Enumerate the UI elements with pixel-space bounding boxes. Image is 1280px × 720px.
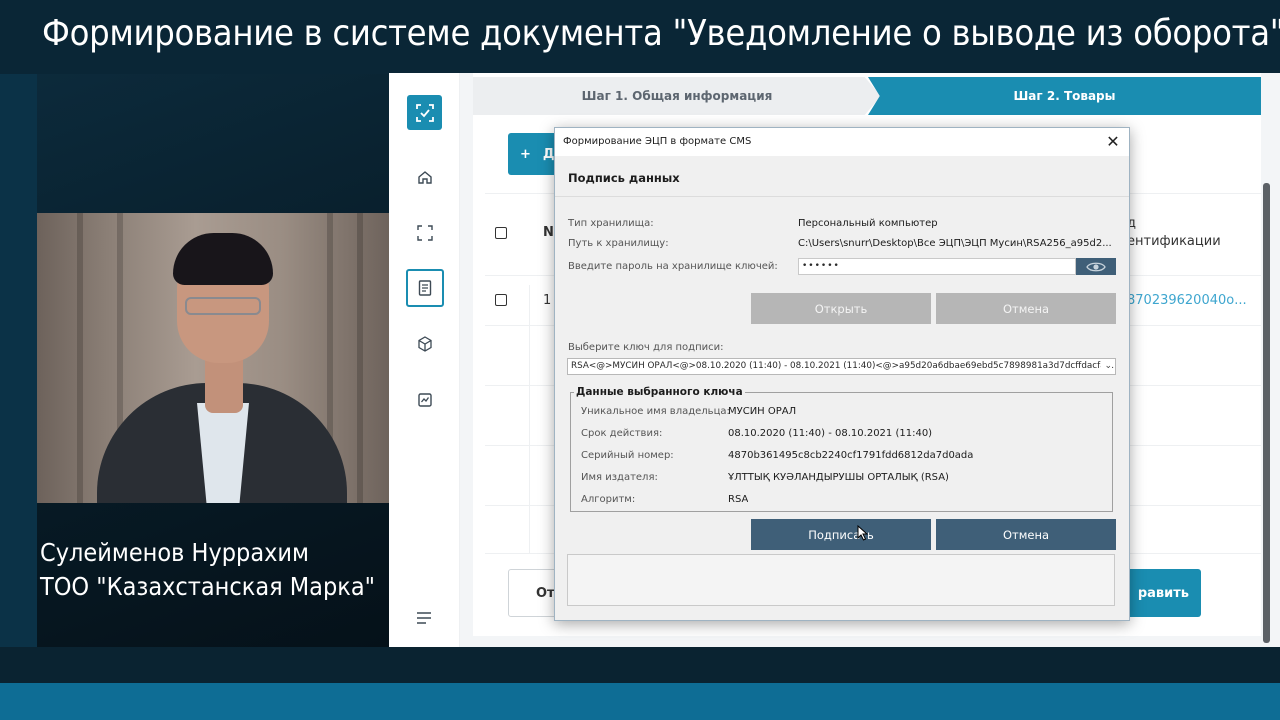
banner-title: Формирование в системе документа "Уведом… — [42, 13, 1280, 54]
status-output-box — [567, 554, 1115, 606]
select-all-checkbox[interactable] — [495, 227, 507, 239]
sign-button[interactable]: Подписать — [751, 519, 931, 550]
send-button[interactable]: равить — [1124, 569, 1201, 617]
speaker-company: ТОО "Казахстанская Марка" — [40, 572, 375, 601]
dialog-heading: Подпись данных — [568, 171, 680, 185]
home-icon[interactable] — [406, 158, 444, 196]
document-icon[interactable] — [406, 269, 444, 307]
eye-icon[interactable] — [1076, 258, 1116, 275]
serial-value: 4870b361495c8cb2240cf1791fdd6812da7d0ada — [728, 450, 974, 461]
column-header-id-line2: ентификации — [1127, 234, 1221, 249]
storage-type-value: Персональный компьютер — [798, 218, 938, 229]
key-data-legend: Данные выбранного ключа — [574, 386, 745, 398]
wall-stripe — [77, 213, 83, 503]
validity-label: Срок действия: — [581, 428, 663, 439]
step-general-info[interactable]: Шаг 1. Общая информация — [473, 77, 881, 115]
speaker-name: Сулейменов Нуррахим — [40, 538, 309, 567]
box-icon[interactable] — [406, 325, 444, 363]
open-button[interactable]: Открыть — [751, 293, 931, 324]
page-scrollbar[interactable] — [1263, 183, 1270, 643]
select-key-label: Выберите ключ для подписи: — [568, 342, 724, 353]
presenter-hair — [173, 233, 273, 285]
frame-left-edge — [0, 74, 37, 684]
password-label: Введите пароль на хранилище ключей: — [568, 261, 778, 272]
presenter-glasses — [185, 297, 261, 315]
cancel-button-bottom[interactable]: Отмена — [936, 519, 1116, 550]
add-goods-label: Д — [542, 146, 555, 162]
speaker-caption: Сулейменов Нуррахим ТОО "Казахстанская М… — [40, 536, 390, 604]
chevron-down-icon: ⌄ — [1101, 359, 1112, 374]
cancel-button-top[interactable]: Отмена — [936, 293, 1116, 324]
selected-key-value: RSA<@>МУСИН ОРАЛ<@>08.10.2020 (11:40) - … — [571, 361, 1115, 371]
storage-path-label: Путь к хранилищу: — [568, 238, 669, 249]
close-icon[interactable]: ✕ — [1105, 132, 1121, 151]
algorithm-value: RSA — [728, 494, 749, 505]
scan-logo-icon[interactable] — [407, 95, 442, 130]
owner-label: Уникальное имя владельца: — [581, 406, 730, 417]
issuer-label: Имя издателя: — [581, 472, 658, 483]
algorithm-label: Алгоритм: — [581, 494, 636, 505]
serial-label: Серийный номер: — [581, 450, 674, 461]
sidebar — [389, 73, 460, 647]
step-goods[interactable]: Шаг 2. Товары — [868, 77, 1261, 115]
row-code-link[interactable]: 870239620040о... — [1127, 293, 1247, 308]
key-select-dropdown[interactable]: RSA<@>МУСИН ОРАЛ<@>08.10.2020 (11:40) - … — [567, 358, 1116, 375]
table-column-divider — [529, 285, 530, 553]
column-header-number: N — [543, 225, 554, 240]
row-number: 1 — [543, 293, 552, 308]
plus-icon: + — [520, 146, 531, 162]
webcam-video — [37, 213, 389, 503]
issuer-value: ҰЛТТЫҚ КУӘЛАНДЫРУШЫ ОРТАЛЫҚ (RSA) — [728, 472, 949, 483]
storage-path-value: C:\Users\snurr\Desktop\Все ЭЦП\ЭЦП Мусин… — [798, 238, 1112, 249]
row-checkbox[interactable] — [495, 294, 507, 306]
chart-icon[interactable] — [406, 381, 444, 419]
owner-value: МУСИН ОРАЛ — [728, 406, 797, 417]
mouse-cursor-icon — [857, 524, 869, 545]
frame-bottom-dark — [0, 647, 1280, 683]
add-goods-button[interactable]: + Д — [508, 133, 560, 175]
password-input[interactable]: •••••• — [798, 258, 1076, 275]
scan-frame-icon[interactable] — [406, 214, 444, 252]
sign-dialog: Формирование ЭЦП в формате CMS ✕ Подпись… — [554, 127, 1130, 621]
wall-stripe — [357, 213, 363, 503]
frame-bottom-band — [0, 683, 1280, 720]
menu-icon[interactable] — [416, 611, 432, 629]
storage-type-label: Тип хранилища: — [568, 218, 654, 229]
wizard-steps: Шаг 1. Общая информация Шаг 2. Товары — [473, 77, 1261, 115]
dialog-separator — [555, 196, 1129, 197]
validity-value: 08.10.2020 (11:40) - 08.10.2021 (11:40) — [728, 428, 933, 439]
dialog-title: Формирование ЭЦП в формате CMS — [563, 136, 752, 147]
dialog-titlebar: Формирование ЭЦП в формате CMS ✕ — [555, 128, 1129, 156]
